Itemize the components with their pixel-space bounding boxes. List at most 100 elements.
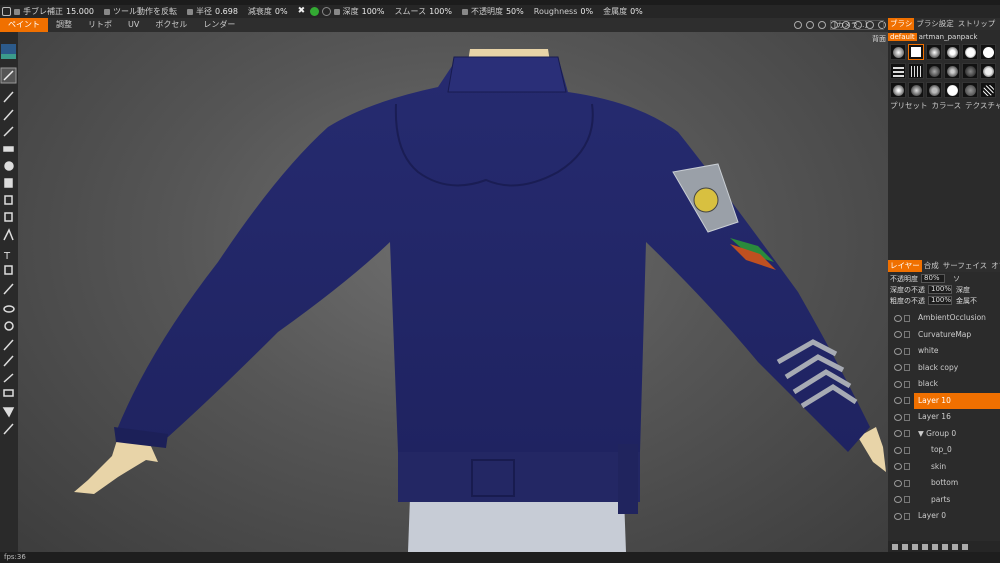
lock-icon[interactable] (904, 364, 910, 372)
rotate-view-icon[interactable] (818, 21, 826, 29)
layer-row[interactable]: black (888, 376, 1000, 393)
layer-row[interactable]: bottom (888, 475, 1000, 492)
preset-artman[interactable]: artman_panpack (917, 33, 980, 41)
material-icon[interactable] (321, 7, 331, 16)
brush-swatch[interactable] (980, 63, 996, 79)
metalness-field[interactable]: 金属度 0% (603, 6, 643, 17)
depth-field[interactable]: 深度 100% (333, 6, 385, 17)
radius-value[interactable]: 0.698 (215, 7, 238, 16)
tab-blend[interactable]: 合成 (922, 260, 941, 272)
jacket-model[interactable] (18, 32, 888, 552)
lock-icon[interactable] (904, 397, 910, 405)
layer-opacity-value[interactable]: 80% (921, 274, 945, 283)
opacity-field[interactable]: 不透明度 50% (461, 6, 524, 17)
layer-row[interactable]: Layer 16 (888, 409, 1000, 426)
layer-row[interactable]: top_0 (888, 442, 1000, 459)
brush-swatch[interactable] (926, 44, 942, 60)
metalness-value[interactable]: 0% (630, 7, 643, 16)
falloff-field[interactable]: 減衰度 0% (248, 6, 288, 17)
lock-icon[interactable] (904, 512, 910, 520)
curve-tool-icon[interactable] (3, 228, 14, 241)
falloff-value[interactable]: 0% (275, 7, 288, 16)
lock-icon[interactable] (904, 446, 910, 454)
eye-icon[interactable] (894, 512, 902, 520)
brush-swatch[interactable] (926, 82, 942, 98)
checkbox-icon[interactable] (333, 8, 340, 15)
merge-layer-icon[interactable] (922, 543, 928, 550)
stamp-tool-icon[interactable] (4, 178, 13, 188)
clone-tool-icon[interactable] (4, 265, 13, 275)
settings-tool-icon[interactable] (4, 321, 14, 331)
brush2-tool-icon[interactable] (3, 355, 14, 367)
camera-dropdown[interactable]: [カメラ...] (830, 20, 884, 30)
3d-viewport[interactable]: 背面 (18, 32, 888, 552)
eye-icon[interactable] (894, 331, 902, 339)
checkbox-icon[interactable] (187, 8, 193, 15)
invert-action-field[interactable]: ツール動作を反転 (104, 6, 177, 17)
tab-surface[interactable]: サーフェイス (941, 260, 989, 272)
ruler-tool-icon[interactable] (3, 423, 14, 435)
tab-colors[interactable]: カラース (930, 100, 964, 112)
tab-brush-settings[interactable]: ブラシ設定 (914, 18, 955, 30)
iron-tool-icon[interactable] (3, 389, 14, 397)
roughness-value[interactable]: 0% (580, 7, 593, 16)
eye-icon[interactable] (894, 446, 902, 454)
radius-field[interactable]: 半径 0.698 (187, 6, 238, 17)
visibility-tool-icon[interactable] (3, 305, 15, 313)
layer-group-row[interactable]: ▼ Group 0 (888, 426, 1000, 443)
tab-voxel[interactable]: ボクセル (147, 18, 195, 32)
new-layer-icon[interactable] (892, 543, 898, 550)
move-down-icon[interactable] (942, 543, 948, 550)
text-tool-icon[interactable]: T (3, 251, 11, 262)
brush-swatch[interactable] (962, 44, 978, 60)
fill-tool-icon[interactable] (4, 161, 14, 171)
brush-swatch[interactable] (890, 82, 906, 98)
depth-value[interactable]: 100% (362, 7, 385, 16)
eye-icon[interactable] (894, 496, 902, 504)
lock-icon[interactable] (904, 479, 910, 487)
lock-icon[interactable] (904, 413, 910, 421)
tab-layers[interactable]: レイヤー (888, 260, 922, 272)
eye-icon[interactable] (894, 413, 902, 421)
smooth-value[interactable]: 100% (429, 7, 452, 16)
brush-swatch[interactable] (962, 63, 978, 79)
brush-swatch[interactable] (944, 44, 960, 60)
brush-swatch[interactable] (908, 44, 924, 60)
stabilizer-value[interactable]: 15.000 (66, 7, 94, 16)
lock-icon[interactable] (904, 314, 910, 322)
move-view-icon[interactable] (806, 21, 814, 29)
eye-icon[interactable] (894, 314, 902, 322)
tab-brush[interactable]: ブラシ (888, 18, 915, 30)
tab-paint[interactable]: ペイント (0, 18, 48, 32)
pencil-tool-icon[interactable] (3, 91, 14, 103)
layer-row[interactable]: white (888, 343, 1000, 360)
tab-objects[interactable]: オブジ (989, 260, 1000, 272)
brush-swatch[interactable] (944, 63, 960, 79)
depth-opacity-value[interactable]: 100% (928, 285, 952, 294)
tab-textures[interactable]: テクスチャ (963, 100, 1000, 112)
brush-swatch[interactable] (890, 44, 906, 60)
eye-icon[interactable] (894, 430, 902, 438)
layer-row[interactable]: black copy (888, 360, 1000, 377)
line-tool-icon[interactable] (3, 126, 14, 137)
smudge-tool-icon[interactable] (3, 146, 14, 152)
tab-strip[interactable]: ストリップ (956, 18, 998, 30)
stabilizer-field[interactable]: 手ブレ補正 15.000 (14, 6, 94, 17)
eye-icon[interactable] (894, 364, 902, 372)
lock-icon[interactable] (904, 347, 910, 355)
layer-row-active[interactable]: Layer 10 (888, 392, 1000, 410)
sphere-view-icon[interactable] (794, 21, 802, 29)
close-icon[interactable]: ✖ (298, 7, 307, 16)
copy-tool-icon[interactable] (4, 212, 13, 222)
lock-icon[interactable] (904, 463, 910, 471)
brush-swatch[interactable] (926, 63, 942, 79)
delete-layer-icon[interactable] (902, 543, 908, 550)
brush-swatch[interactable] (908, 82, 924, 98)
brush-tool-icon[interactable] (2, 7, 11, 16)
checkbox-icon[interactable] (104, 8, 110, 15)
tab-render[interactable]: レンダー (195, 18, 243, 32)
layer-row[interactable]: skin (888, 459, 1000, 476)
knife-tool-icon[interactable] (3, 373, 14, 383)
airbrush-tool-icon[interactable] (3, 109, 14, 121)
layer-tool-icon[interactable] (4, 195, 13, 205)
